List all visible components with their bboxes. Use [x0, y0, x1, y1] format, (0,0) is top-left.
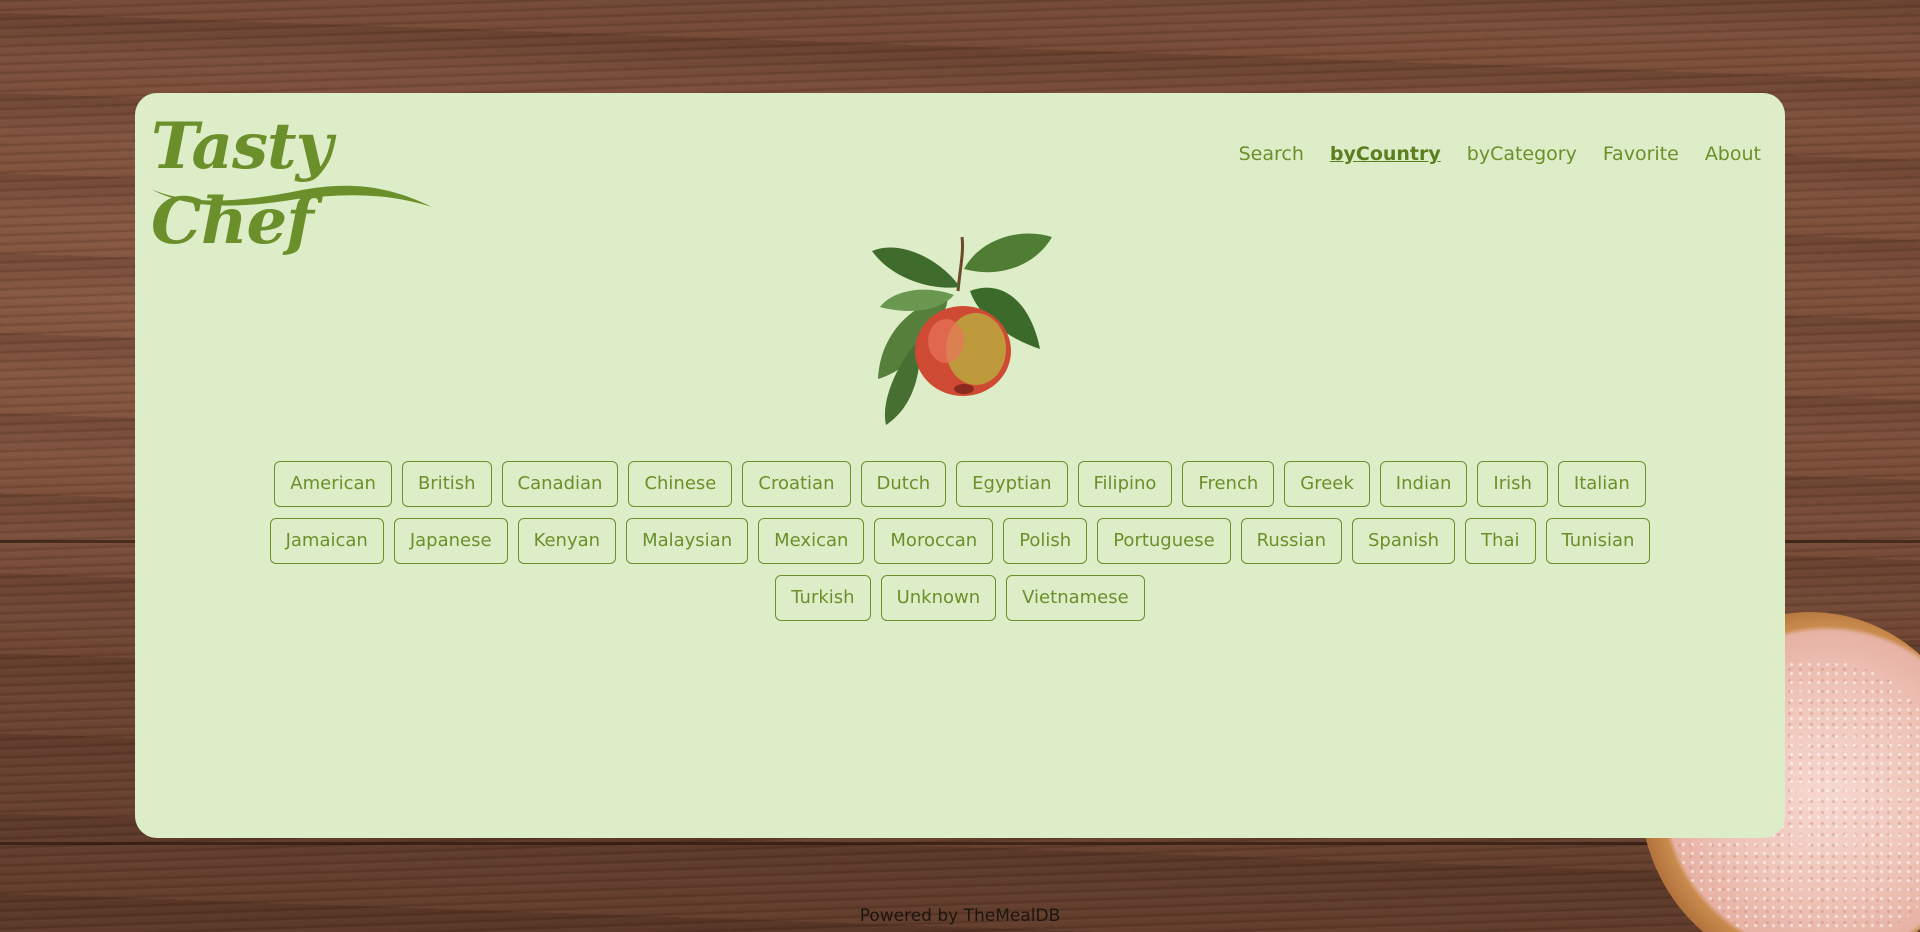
area-chip-portuguese[interactable]: Portuguese: [1097, 518, 1231, 564]
area-chip-jamaican[interactable]: Jamaican: [269, 518, 384, 564]
apple-illustration: [860, 229, 1060, 425]
area-chip-tunisian[interactable]: Tunisian: [1545, 518, 1651, 564]
area-chip-italian[interactable]: Italian: [1557, 461, 1646, 507]
area-chip-british[interactable]: British: [401, 461, 492, 507]
area-chip-russian[interactable]: Russian: [1240, 518, 1342, 564]
plank-seam: [0, 842, 1920, 845]
footer-credit: Powered by TheMealDB: [859, 906, 1061, 926]
area-chip-thai[interactable]: Thai: [1465, 518, 1536, 564]
area-chip-chinese[interactable]: Chinese: [628, 461, 733, 507]
area-chip-croatian[interactable]: Croatian: [742, 461, 851, 507]
main-panel: Tasty Chef Search byCountry byCategory Favo…: [135, 93, 1785, 838]
nav-link-bycategory[interactable]: byCategory: [1467, 143, 1577, 165]
area-chip-canadian[interactable]: Canadian: [501, 461, 619, 507]
main-nav: Search byCountry byCategory Favorite About: [1239, 143, 1761, 165]
area-chip-kenyan[interactable]: Kenyan: [517, 518, 617, 564]
area-chip-list: American British Canadian Chinese Croatian Du…: [220, 461, 1700, 621]
nav-link-favorite[interactable]: Favorite: [1603, 143, 1679, 165]
area-chip-turkish[interactable]: Turkish: [775, 575, 871, 621]
area-chip-spanish[interactable]: Spanish: [1351, 518, 1456, 564]
area-chip-indian[interactable]: Indian: [1379, 461, 1468, 507]
nav-link-search[interactable]: Search: [1239, 143, 1304, 165]
logo-swash-icon: [151, 185, 432, 207]
area-chip-filipino[interactable]: Filipino: [1077, 461, 1173, 507]
area-chip-french[interactable]: French: [1182, 461, 1275, 507]
area-chip-irish[interactable]: Irish: [1477, 461, 1548, 507]
logo[interactable]: Tasty Chef: [147, 105, 437, 259]
area-chip-greek[interactable]: Greek: [1284, 461, 1370, 507]
area-chip-unknown[interactable]: Unknown: [880, 575, 997, 621]
area-chip-vietnamese[interactable]: Vietnamese: [1006, 575, 1145, 621]
area-chip-american[interactable]: American: [274, 461, 392, 507]
area-chip-japanese[interactable]: Japanese: [393, 518, 508, 564]
area-chip-malaysian[interactable]: Malaysian: [626, 518, 749, 564]
nav-link-about[interactable]: About: [1705, 143, 1761, 165]
area-chip-mexican[interactable]: Mexican: [758, 518, 865, 564]
area-chip-polish[interactable]: Polish: [1003, 518, 1088, 564]
area-chip-dutch[interactable]: Dutch: [860, 461, 947, 507]
nav-link-bycountry[interactable]: byCountry: [1330, 143, 1441, 165]
area-chip-moroccan[interactable]: Moroccan: [874, 518, 994, 564]
area-chip-egyptian[interactable]: Egyptian: [956, 461, 1068, 507]
